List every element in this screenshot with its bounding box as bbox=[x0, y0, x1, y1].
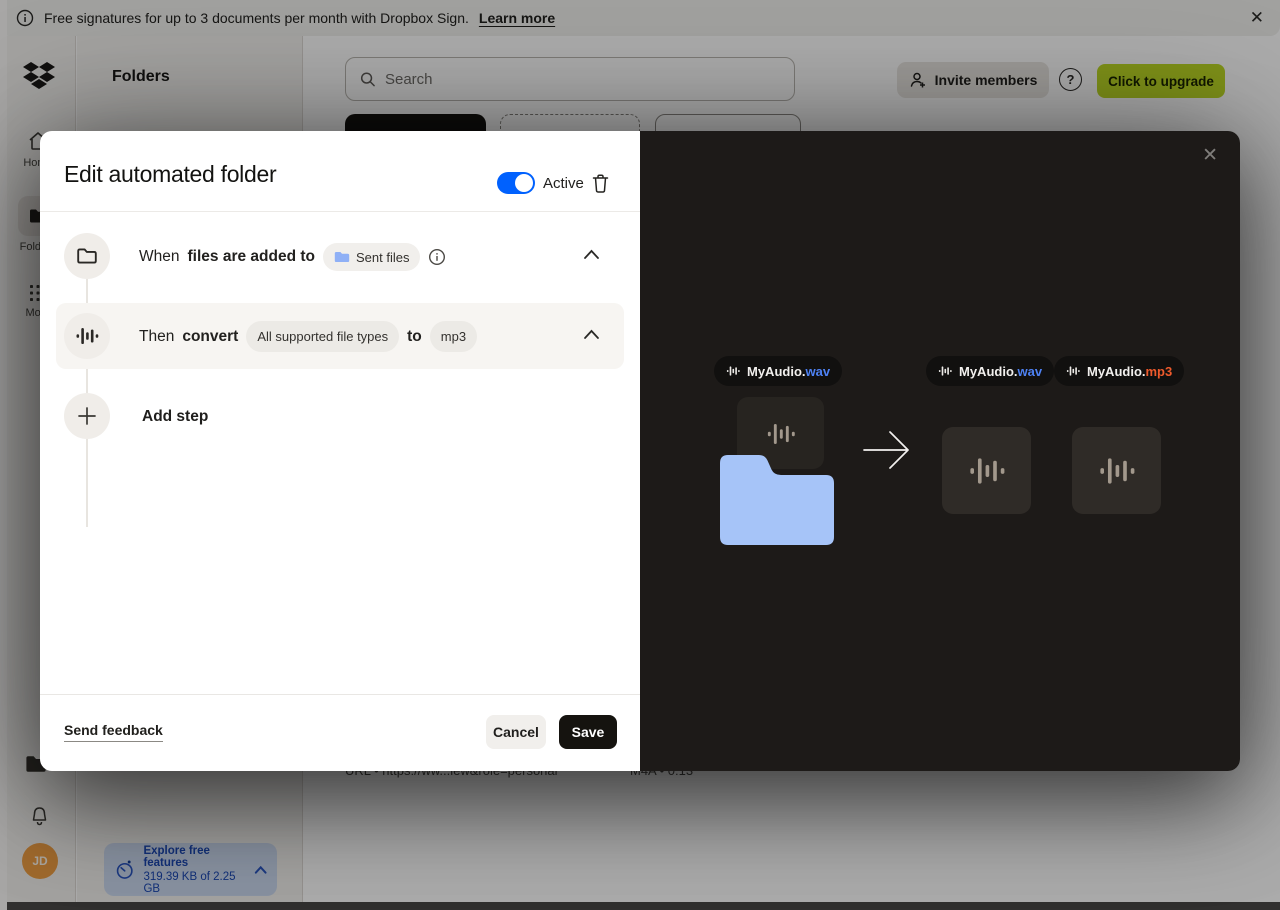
step2-prefix: Then bbox=[139, 328, 174, 346]
send-feedback-link[interactable]: Send feedback bbox=[64, 722, 163, 742]
step1-folder-chip[interactable]: Sent files bbox=[323, 243, 420, 271]
trash-icon[interactable] bbox=[591, 173, 610, 194]
dialog-title: Edit automated folder bbox=[64, 161, 276, 188]
file-label-converted: MyAudio.mp3 bbox=[1054, 356, 1184, 386]
add-step-circle[interactable] bbox=[64, 393, 110, 439]
dialog-close-icon[interactable]: ✕ bbox=[1202, 144, 1218, 167]
step2-bold: convert bbox=[182, 328, 238, 346]
file-ext: wav bbox=[1018, 364, 1043, 379]
plus-icon bbox=[77, 406, 97, 426]
step1-bold: files are added to bbox=[188, 248, 315, 266]
step2-filetypes-label: All supported file types bbox=[257, 329, 388, 344]
file-name: MyAudio. bbox=[1087, 364, 1146, 379]
step1-chip-label: Sent files bbox=[356, 250, 409, 265]
waveform-icon bbox=[1066, 364, 1080, 378]
file-ext: wav bbox=[806, 364, 831, 379]
waveform-icon bbox=[1096, 452, 1138, 490]
footer-divider bbox=[40, 694, 640, 695]
folder-outline-icon bbox=[76, 245, 98, 267]
file-label-original: MyAudio.wav bbox=[926, 356, 1054, 386]
audio-file-tile-mp3 bbox=[1072, 427, 1161, 514]
step1-prefix: When bbox=[139, 248, 180, 266]
active-label: Active bbox=[543, 175, 584, 192]
waveform-icon bbox=[726, 364, 740, 378]
audio-file-tile-wav bbox=[942, 427, 1031, 514]
step2-format-label: mp3 bbox=[441, 329, 466, 344]
edit-automated-folder-dialog: Edit automated folder Active When files … bbox=[40, 131, 1240, 771]
step2-icon-circle bbox=[64, 313, 110, 359]
file-label-source: MyAudio.wav bbox=[714, 356, 842, 386]
waveform-icon bbox=[75, 324, 99, 348]
step2-row[interactable]: Then convert All supported file types to… bbox=[139, 321, 477, 352]
step2-filetypes-chip[interactable]: All supported file types bbox=[246, 321, 399, 352]
blue-folder-graphic bbox=[720, 452, 834, 545]
waveform-icon bbox=[938, 364, 952, 378]
step1-icon-circle bbox=[64, 233, 110, 279]
file-ext: mp3 bbox=[1146, 364, 1173, 379]
waveform-icon bbox=[966, 452, 1008, 490]
automation-preview-panel: ✕ MyAudio.wav MyAudio.wav MyAudio.mp3 bbox=[640, 131, 1240, 771]
step1-collapse-chevron-icon[interactable] bbox=[583, 249, 600, 260]
step1-row[interactable]: When files are added to Sent files bbox=[139, 243, 446, 271]
toggle-knob bbox=[515, 174, 533, 192]
file-name: MyAudio. bbox=[747, 364, 806, 379]
file-name: MyAudio. bbox=[959, 364, 1018, 379]
step2-collapse-chevron-icon[interactable] bbox=[583, 329, 600, 340]
cancel-button[interactable]: Cancel bbox=[486, 715, 546, 749]
add-step-button[interactable]: Add step bbox=[142, 408, 208, 426]
step2-to: to bbox=[407, 328, 422, 346]
save-button[interactable]: Save bbox=[559, 715, 617, 749]
step2-format-chip[interactable]: mp3 bbox=[430, 321, 477, 352]
blue-folder-icon bbox=[334, 250, 350, 264]
info-icon[interactable] bbox=[428, 248, 446, 266]
arrow-right-icon bbox=[862, 426, 914, 474]
active-toggle[interactable] bbox=[497, 172, 535, 194]
waveform-icon bbox=[764, 419, 798, 449]
header-divider bbox=[40, 211, 640, 212]
automation-editor-panel: Edit automated folder Active When files … bbox=[40, 131, 640, 771]
